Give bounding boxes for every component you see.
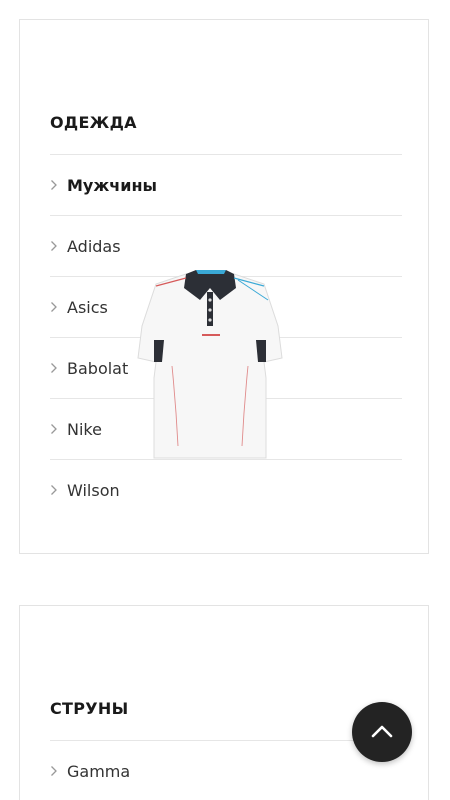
clothing-category-list: Мужчины Adidas Asics Babolat Nike Wilson [50,154,402,520]
category-label: Asics [67,297,108,317]
category-label: Nike [67,419,102,439]
category-item-asics[interactable]: Asics [50,276,402,337]
chevron-right-icon [50,301,67,313]
chevron-up-icon [371,723,393,742]
chevron-right-icon [50,423,67,435]
page: ОДЕЖДА Мужчины Adidas Asics Babolat Nike… [0,0,450,800]
strings-widget: СТРУНЫ Gamma [19,605,429,800]
chevron-right-icon [50,765,67,777]
category-item-adidas[interactable]: Adidas [50,215,402,276]
chevron-right-icon [50,179,67,191]
scroll-to-top-button[interactable] [352,702,412,762]
chevron-right-icon [50,240,67,252]
strings-title: СТРУНЫ [50,699,129,718]
category-item-babolat[interactable]: Babolat [50,337,402,398]
clothing-widget: ОДЕЖДА Мужчины Adidas Asics Babolat Nike… [19,19,429,554]
category-item-nike[interactable]: Nike [50,398,402,459]
category-item-gamma[interactable]: Gamma [50,740,402,800]
category-label: Adidas [67,236,121,256]
category-label: Wilson [67,480,120,500]
category-item-men[interactable]: Мужчины [50,154,402,215]
strings-category-list: Gamma [50,740,402,800]
chevron-right-icon [50,362,67,374]
clothing-title: ОДЕЖДА [50,113,137,132]
category-label: Мужчины [67,175,157,195]
category-label: Gamma [67,761,131,781]
chevron-right-icon [50,484,67,496]
category-item-wilson[interactable]: Wilson [50,459,402,520]
category-label: Babolat [67,358,129,378]
